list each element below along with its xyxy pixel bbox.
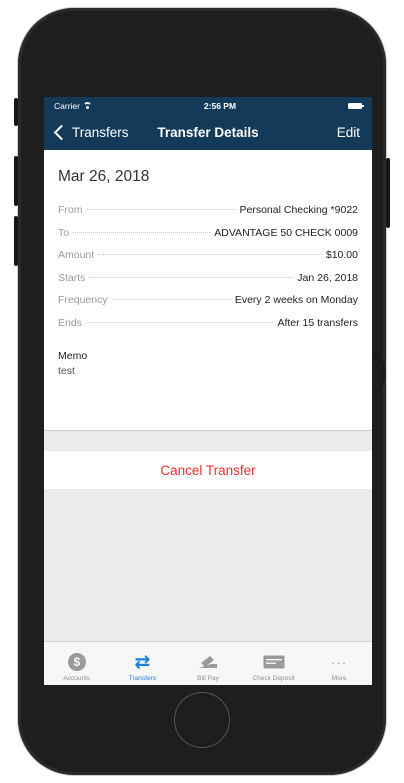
dotted-leader xyxy=(89,276,294,278)
detail-value: Jan 26, 2018 xyxy=(297,271,358,284)
detail-row-frequency: Frequency Every 2 weeks on Monday xyxy=(58,294,358,317)
detail-row-amount: Amount $10.00 xyxy=(58,249,358,272)
check-deposit-icon xyxy=(263,655,285,669)
detail-label: From xyxy=(58,204,83,216)
tab-label: Accounts xyxy=(63,675,91,682)
tab-label: Bill Pay xyxy=(197,675,219,682)
detail-label: To xyxy=(58,226,70,239)
dotted-leader xyxy=(73,231,211,233)
memo-value: test xyxy=(58,364,75,377)
tab-more[interactable]: ··· More xyxy=(307,642,371,685)
memo-label: Memo xyxy=(58,349,88,362)
navigation-bar: Transfers Transfer Details Edit xyxy=(44,114,372,150)
detail-row-to: To ADVANTAGE 50 CHECK 0009 xyxy=(58,227,358,250)
silent-switch xyxy=(14,98,18,126)
detail-value: Every 2 weeks on Monday xyxy=(234,294,358,307)
tab-label: Check Deposit xyxy=(252,675,295,682)
volume-down-button xyxy=(14,216,18,266)
detail-value: After 15 transfers xyxy=(277,316,358,329)
detail-row-ends: Ends After 15 transfers xyxy=(58,317,358,340)
cancel-transfer-button[interactable]: Cancel Transfer xyxy=(44,451,372,489)
tab-label: More xyxy=(331,675,347,682)
battery-icon xyxy=(347,102,364,109)
chevron-left-icon xyxy=(53,124,70,140)
home-button[interactable] xyxy=(174,692,230,748)
detail-value: ADVANTAGE 50 CHECK 0009 xyxy=(214,226,358,239)
tab-transfers[interactable]: ⇄ Transfers xyxy=(110,642,174,685)
detail-label: Starts xyxy=(58,271,86,284)
tab-bill-pay[interactable]: Bill Pay xyxy=(176,642,240,685)
bill-pay-icon xyxy=(197,654,219,670)
detail-label: Ends xyxy=(58,316,82,329)
tab-accounts[interactable]: $ Accounts xyxy=(45,642,109,685)
dotted-leader xyxy=(86,209,236,210)
transfer-icon: ⇄ xyxy=(134,651,151,673)
power-button xyxy=(386,158,390,228)
tab-icon-wrap: ··· xyxy=(331,652,347,672)
volume-up-button xyxy=(14,156,18,206)
back-button[interactable]: Transfers xyxy=(52,124,129,140)
tab-icon-wrap xyxy=(197,652,219,672)
transfer-details-card: Mar 26, 2018 From Personal Checking *902… xyxy=(44,150,372,430)
dollar-icon: $ xyxy=(67,653,86,671)
detail-value: $10.00 xyxy=(325,249,358,262)
back-button-label: Transfers xyxy=(72,124,129,140)
tab-check-deposit[interactable]: Check Deposit xyxy=(242,642,306,685)
detail-row-starts: Starts Jan 26, 2018 xyxy=(58,272,358,295)
dotted-leader xyxy=(111,299,231,301)
more-icon: ··· xyxy=(331,654,348,670)
transfer-date: Mar 26, 2018 xyxy=(58,168,150,185)
carrier-label: Carrier xyxy=(54,100,80,111)
tab-icon-wrap: $ xyxy=(67,652,86,672)
edit-button[interactable]: Edit xyxy=(337,125,360,140)
status-bar: Carrier 2:56 PM xyxy=(44,97,372,114)
detail-label: Amount xyxy=(58,249,95,262)
tab-label: Transfers xyxy=(128,675,156,682)
status-left: Carrier xyxy=(54,101,92,111)
wifi-icon xyxy=(82,102,92,109)
tab-bar: $ Accounts ⇄ Transfers Bill Pay Check De… xyxy=(44,641,372,685)
app-screen: Carrier 2:56 PM Transfers Transfer Detai… xyxy=(44,97,372,685)
dotted-leader xyxy=(98,254,322,256)
device-frame: Carrier 2:56 PM Transfers Transfer Detai… xyxy=(0,0,404,783)
status-time: 2:56 PM xyxy=(203,100,237,111)
detail-value: Personal Checking *9022 xyxy=(239,204,359,216)
tab-icon-wrap: ⇄ xyxy=(134,652,150,672)
tab-icon-wrap xyxy=(263,652,285,672)
memo-block: Memo test xyxy=(58,340,358,377)
detail-label: Frequency xyxy=(58,294,108,307)
detail-row-from: From Personal Checking *9022 xyxy=(58,204,358,227)
dotted-leader xyxy=(85,321,274,323)
